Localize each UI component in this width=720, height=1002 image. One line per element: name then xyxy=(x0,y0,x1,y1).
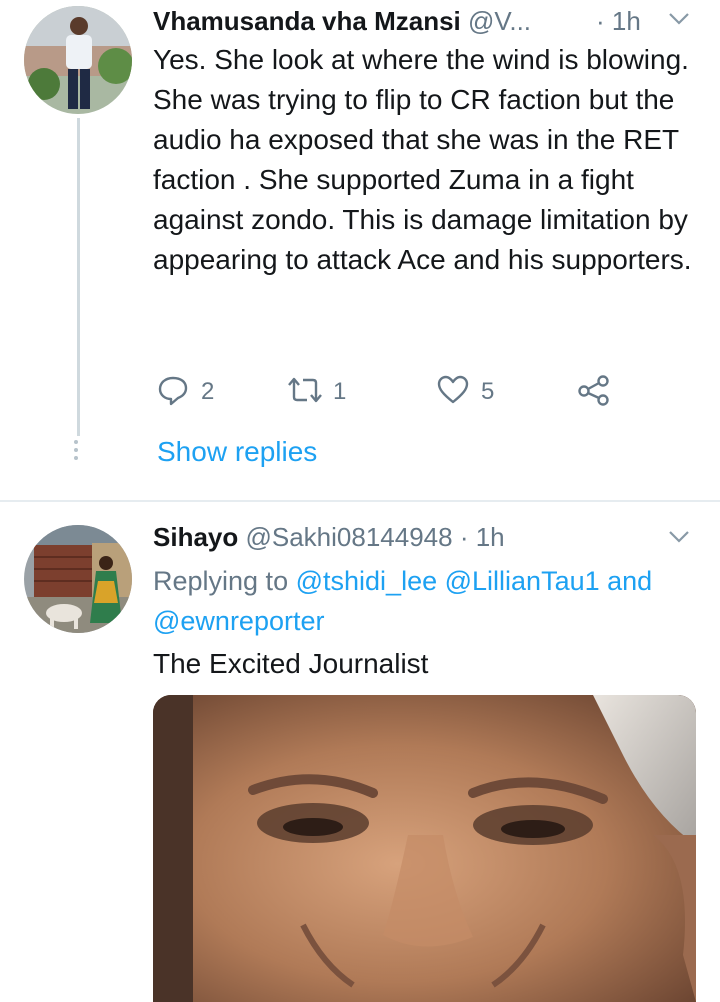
action-bar: 2 1 5 xyxy=(153,372,623,412)
like-button[interactable]: 5 xyxy=(437,372,494,412)
tweet-1[interactable]: Vhamusanda vha Mzansi @V... · 1h Yes. Sh… xyxy=(0,0,720,500)
share-button[interactable] xyxy=(577,372,611,412)
tweet-header: Vhamusanda vha Mzansi @V... xyxy=(153,6,531,37)
display-name[interactable]: Vhamusanda vha Mzansi xyxy=(153,6,461,36)
heart-icon xyxy=(437,375,469,410)
thread-line xyxy=(77,118,80,436)
tweet-time[interactable]: · 1h xyxy=(460,522,505,552)
avatar[interactable] xyxy=(24,6,132,114)
reply-count: 2 xyxy=(201,378,215,405)
tweet-time[interactable]: · 1h xyxy=(596,6,641,37)
replying-to: Replying to @tshidi_lee @LillianTau1 and… xyxy=(153,561,713,641)
user-handle[interactable]: @V... xyxy=(468,6,531,36)
chevron-down-icon[interactable] xyxy=(668,530,690,549)
mention-link[interactable]: @LillianTau1 xyxy=(445,566,600,596)
chevron-down-icon[interactable] xyxy=(668,12,690,31)
mention-link[interactable]: @ewnreporter xyxy=(153,606,324,636)
tweet-header: Sihayo @Sakhi08144948 · 1h xyxy=(153,522,505,553)
mention-link[interactable]: @tshidi_lee xyxy=(296,566,438,596)
tweet-media-image[interactable] xyxy=(153,695,696,1002)
and-word: and xyxy=(607,566,653,596)
retweet-button[interactable]: 1 xyxy=(285,372,346,412)
tweet-text: Yes. She look at where the wind is blowi… xyxy=(153,44,692,275)
speech-bubble-icon xyxy=(157,374,189,411)
show-replies-link[interactable]: Show replies xyxy=(157,436,317,468)
display-name[interactable]: Sihayo xyxy=(153,522,238,552)
thread-dots xyxy=(74,440,78,464)
replying-to-label: Replying to xyxy=(153,566,289,596)
reply-button[interactable]: 2 xyxy=(157,372,214,412)
avatar[interactable] xyxy=(24,525,132,633)
user-handle[interactable]: @Sakhi08144948 xyxy=(245,522,452,552)
like-count: 5 xyxy=(481,378,495,405)
tweet-text: The Excited Journalist xyxy=(153,648,429,679)
retweet-count: 1 xyxy=(333,378,347,405)
share-icon xyxy=(577,374,611,411)
retweet-icon xyxy=(285,375,325,410)
